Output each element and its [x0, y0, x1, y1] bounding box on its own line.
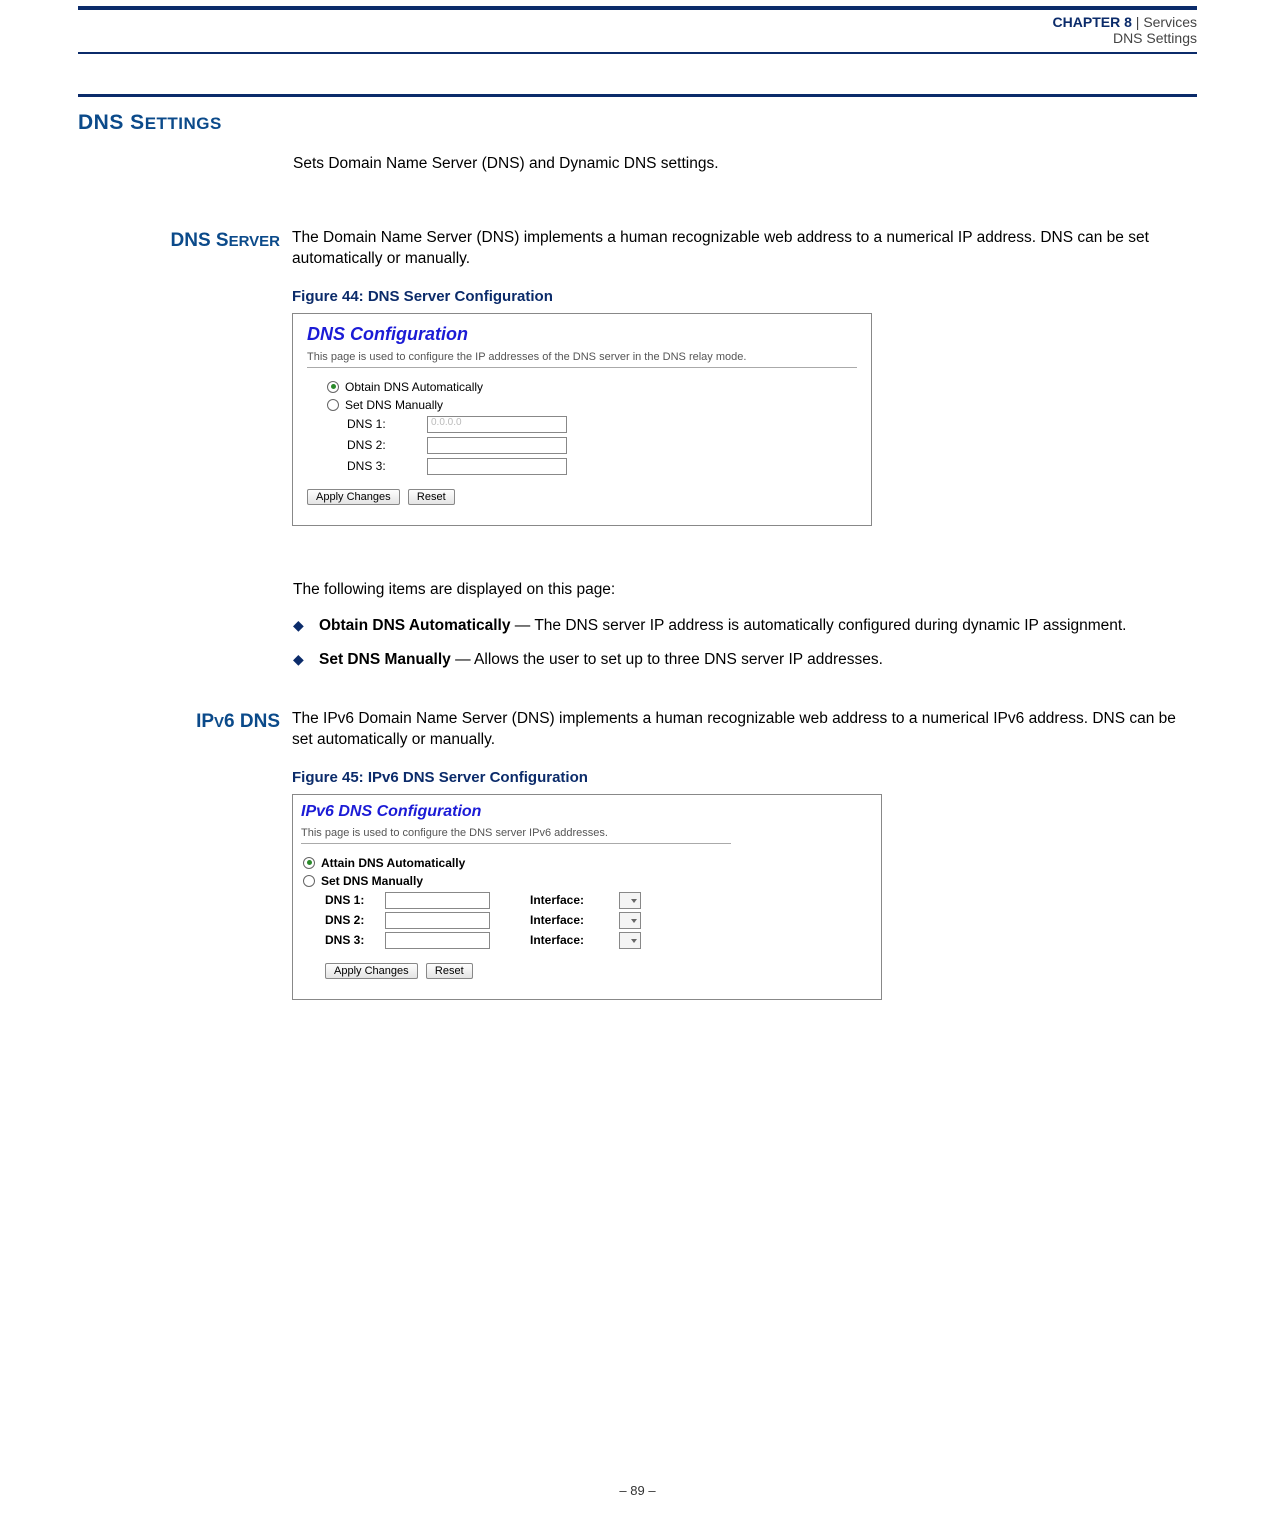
figure-45-caption: Figure 45: IPv6 DNS Server Configuration — [292, 769, 1197, 786]
ss1-dns3-input[interactable] — [427, 458, 567, 475]
ss2-dns1-input[interactable] — [385, 892, 490, 909]
dns-server-body: The Domain Name Server (DNS) implements … — [292, 228, 1197, 556]
ss2-radio-manual-row[interactable]: Set DNS Manually — [303, 874, 873, 888]
ss2-radio-auto-row[interactable]: Attain DNS Automatically — [303, 856, 873, 870]
figure-45-screenshot: IPv6 DNS Configuration This page is used… — [292, 794, 882, 1000]
bullet-1: ◆ Obtain DNS Automatically — The DNS ser… — [293, 617, 1197, 635]
ss2-form: Attain DNS Automatically Set DNS Manuall… — [303, 856, 873, 979]
ss1-auto-label: Obtain DNS Automatically — [345, 380, 483, 394]
ss2-dns1-label: DNS 1: — [325, 893, 385, 907]
bullet-2-term: Set DNS Manually — [319, 651, 451, 668]
ss1-dns2-label: DNS 2: — [347, 438, 427, 452]
reset-button[interactable]: Reset — [408, 489, 455, 505]
ss2-dns2-input[interactable] — [385, 912, 490, 929]
page-footer: – 89 – — [0, 1483, 1275, 1498]
bullet-1-desc: — The DNS server IP address is automatic… — [510, 617, 1126, 634]
ss2-button-row: Apply Changes Reset — [325, 961, 873, 979]
diamond-icon: ◆ — [293, 617, 319, 635]
ss2-auto-label: Attain DNS Automatically — [321, 856, 465, 870]
ss2-dns2-row: DNS 2: Interface: — [303, 912, 873, 929]
ipv6-side-post: 6 DNS — [224, 711, 280, 732]
ss1-title: DNS Configuration — [307, 324, 857, 345]
ss2-iface3-label: Interface: — [530, 933, 615, 947]
ipv6-side-pre: IP — [196, 711, 214, 732]
ss2-iface1-select[interactable] — [619, 892, 641, 909]
header-services: Services — [1143, 14, 1197, 30]
ss2-iface2-select[interactable] — [619, 912, 641, 929]
ipv6-dns-para: The IPv6 Domain Name Server (DNS) implem… — [292, 709, 1197, 751]
ipv6-dns-block: IPV6 DNS The IPv6 Domain Name Server (DN… — [78, 709, 1197, 1030]
figure-44-caption: Figure 44: DNS Server Configuration — [292, 288, 1197, 305]
ss2-iface3-select[interactable] — [619, 932, 641, 949]
ss2-title: IPv6 DNS Configuration — [301, 803, 873, 821]
dns-server-block: DNS SERVER The Domain Name Server (DNS) … — [78, 228, 1197, 556]
apply-changes-button[interactable]: Apply Changes — [307, 489, 400, 505]
ss2-iface2-label: Interface: — [530, 913, 615, 927]
ss1-dns3-label: DNS 3: — [347, 459, 427, 473]
diamond-icon: ◆ — [293, 651, 319, 669]
section-intro: Sets Domain Name Server (DNS) and Dynami… — [293, 155, 1197, 173]
ss2-desc: This page is used to configure the DNS s… — [301, 827, 731, 844]
header-subtitle: DNS Settings — [78, 30, 1197, 46]
dns-server-items-lead: The following items are displayed on thi… — [293, 581, 1197, 599]
radio-unchecked-icon[interactable] — [303, 875, 315, 887]
radio-checked-icon[interactable] — [327, 381, 339, 393]
ipv6-dns-side-heading: IPV6 DNS — [78, 709, 292, 1030]
apply-changes-button[interactable]: Apply Changes — [325, 963, 418, 979]
dns-server-side-heading: DNS SERVER — [78, 228, 292, 556]
ss1-radio-manual-row[interactable]: Set DNS Manually — [327, 398, 857, 412]
dns-server-side-main: DNS S — [171, 230, 229, 251]
section-title: DNS SETTINGS — [78, 111, 1197, 135]
section-rule — [78, 94, 1197, 97]
ss2-dns3-row: DNS 3: Interface: — [303, 932, 873, 949]
ss2-dns1-row: DNS 1: Interface: — [303, 892, 873, 909]
bullet-2-desc: — Allows the user to set up to three DNS… — [451, 651, 883, 668]
section-title-sc: ETTINGS — [145, 114, 222, 133]
ss1-form: Obtain DNS Automatically Set DNS Manuall… — [327, 380, 857, 505]
ss1-dns3-row: DNS 3: — [347, 458, 857, 475]
header-sep: | — [1132, 14, 1143, 30]
page-content: DNS SETTINGS Sets Domain Name Server (DN… — [0, 54, 1275, 1030]
section-title-main: DNS S — [78, 111, 145, 134]
ss1-desc: This page is used to configure the IP ad… — [307, 351, 857, 368]
dns-server-items: The following items are displayed on thi… — [293, 581, 1197, 669]
ss1-dns2-input[interactable] — [427, 437, 567, 454]
bullet-2-text: Set DNS Manually — Allows the user to se… — [319, 651, 1197, 669]
ss2-iface1-label: Interface: — [530, 893, 615, 907]
page-header: CHAPTER 8 | Services DNS Settings — [0, 10, 1275, 50]
ss1-button-row: Apply Changes Reset — [307, 487, 857, 505]
chapter-label: CHAPTER 8 — [1053, 14, 1132, 30]
dns-server-para: The Domain Name Server (DNS) implements … — [292, 228, 1197, 270]
bullet-1-term: Obtain DNS Automatically — [319, 617, 510, 634]
ss1-dns1-input[interactable]: 0.0.0.0 — [427, 416, 567, 433]
figure-44-screenshot: DNS Configuration This page is used to c… — [292, 313, 872, 526]
radio-checked-icon[interactable] — [303, 857, 315, 869]
ss1-dns1-row: DNS 1: 0.0.0.0 — [347, 416, 857, 433]
ss2-manual-label: Set DNS Manually — [321, 874, 423, 888]
dns-server-side-sc: ERVER — [229, 233, 280, 250]
ss1-dns1-label: DNS 1: — [347, 417, 427, 431]
bullet-1-text: Obtain DNS Automatically — The DNS serve… — [319, 617, 1197, 635]
radio-unchecked-icon[interactable] — [327, 399, 339, 411]
ss2-dns3-input[interactable] — [385, 932, 490, 949]
ss1-radio-auto-row[interactable]: Obtain DNS Automatically — [327, 380, 857, 394]
ss1-dns2-row: DNS 2: — [347, 437, 857, 454]
ipv6-side-sc: V — [214, 714, 224, 731]
ipv6-dns-body: The IPv6 Domain Name Server (DNS) implem… — [292, 709, 1197, 1030]
bullet-2: ◆ Set DNS Manually — Allows the user to … — [293, 651, 1197, 669]
reset-button[interactable]: Reset — [426, 963, 473, 979]
ss2-dns2-label: DNS 2: — [325, 913, 385, 927]
ss2-dns3-label: DNS 3: — [325, 933, 385, 947]
ss1-manual-label: Set DNS Manually — [345, 398, 443, 412]
